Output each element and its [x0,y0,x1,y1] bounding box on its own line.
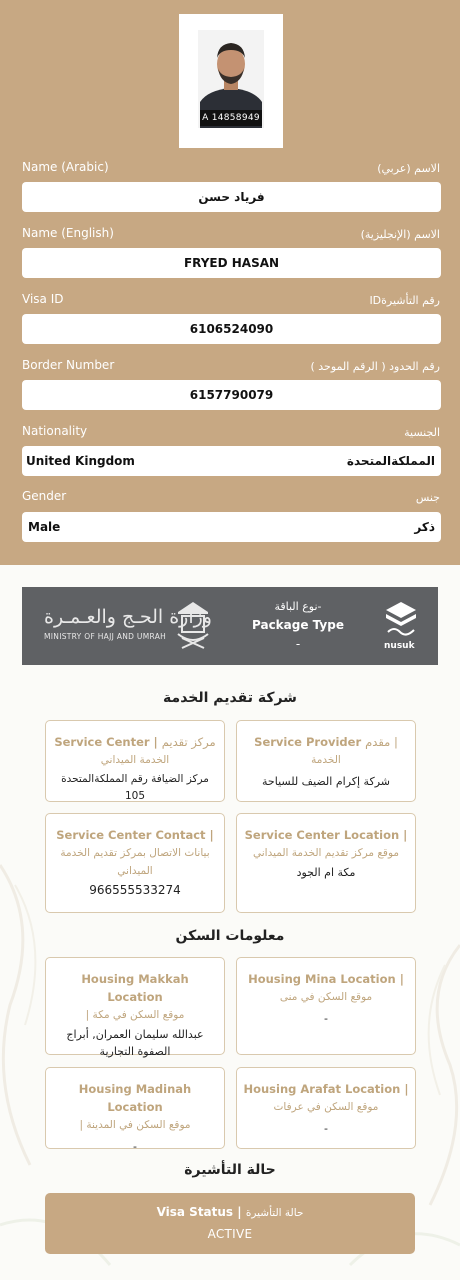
package-type-label-ar: -نوع الباقة [274,600,322,613]
package-type-value: - [295,637,301,651]
nationality-value-en: United Kingdom [26,454,135,468]
gender-value-en: Male [28,520,61,534]
service-center-card: Service Center | مركز تقديم الخدمة الميد… [45,720,225,802]
service-provider-value: شركة إكرام الضيف للسياحة [262,775,390,788]
housing-makkah-value: عبدالله سليمان العمران, أبراج الصفوة الت… [66,1028,204,1058]
visa-id-field: 6106524090 [22,314,441,344]
service-center-label-ar: الخدمة الميداني [100,754,170,766]
nationality-label-en: Nationality [22,424,88,438]
visa-id-label-en: Visa ID [22,292,64,306]
housing-makkah-label: Housing Makkah Location [81,972,189,1004]
service-center-label: Service Center | مركز تقديم [54,735,216,749]
service-center-contact-label: Service Center Contact | [56,828,214,842]
name-english-value: FRYED HASAN [183,256,280,270]
ministry-name-ar: وزارة الحـج والعـمـرة [44,606,212,628]
nationality-label-ar: الجنسية [404,426,440,439]
service-center-contact-label-ar: بيانات الاتصال بمركز تقديم الخدمة الميدا… [60,847,210,877]
nusuk-logo-text: nusuk [384,641,415,651]
housing-madinah-value: - [133,1140,137,1153]
visa-status-card: Visa Status | حالة التأشيرة ACTIVE [45,1193,415,1254]
border-number-field: 6157790079 [22,380,441,410]
housing-mina-card: Housing Mina Location | موقع السكن في من… [236,957,416,1055]
service-provider-card: Service Provider مقدم | الخدمة شركة إكرا… [236,720,416,802]
nationality-value-ar: المملكةالمتحدة [346,454,435,468]
service-center-location-label-ar: موقع مركز تقديم الخدمة الميداني [253,847,399,859]
visa-status-value: ACTIVE [207,1227,253,1241]
visa-id-value: 6106524090 [189,322,274,336]
housing-mina-label-ar: موقع السكن في منى [279,991,373,1003]
service-company-title: شركة تقديم الخدمة [163,690,297,706]
housing-madinah-label-ar: موقع السكن في المدينة | [79,1119,191,1131]
housing-mina-label: Housing Mina Location | [248,972,404,986]
service-center-contact-card: Service Center Contact | بيانات الاتصال … [45,813,225,913]
housing-arafat-value: - [324,1122,328,1135]
border-number-value: 6157790079 [189,388,274,402]
gender-label-en: Gender [22,489,67,503]
visa-status-title: حالة التأشيرة [184,1162,276,1178]
visa-id-label-ar: رقم التأشيرةID [369,294,440,307]
nationality-field: United Kingdom المملكةالمتحدة [22,446,441,476]
name-english-label-en: Name (English) [22,226,114,240]
service-center-value: مركز الضيافة رقم المملكةالمتحدة 105 [61,773,209,802]
border-number-label-ar: رقم الحدود ( الرقم الموحد ) [310,360,440,373]
service-center-contact-value: 966555533274 [89,883,181,897]
housing-info-title: معلومات السكن [175,928,285,944]
name-english-label-ar: الاسم (الإنجليزية) [360,228,440,241]
name-arabic-label-ar: الاسم (عربي) [377,162,440,175]
housing-arafat-label-ar: موقع السكن في عرفات [273,1101,379,1113]
package-type-label-en: Package Type [252,618,344,632]
service-center-location-card: Service Center Location | موقع مركز تقدي… [236,813,416,913]
housing-madinah-card: Housing Madinah Location موقع السكن في ا… [45,1067,225,1153]
photo-id-caption: A 14858949 [200,110,262,126]
housing-makkah-card: Housing Makkah Location موقع السكن في مك… [45,957,225,1058]
name-arabic-field: فرياد حسن [22,182,441,212]
name-english-field: FRYED HASAN [22,248,441,278]
name-arabic-label-en: Name (Arabic) [22,160,109,174]
service-provider-label: Service Provider مقدم | [254,735,398,749]
housing-arafat-card: Housing Arafat Location | موقع السكن في … [236,1067,416,1149]
housing-arafat-label: Housing Arafat Location | [243,1082,409,1096]
service-center-location-value: مكة ام الجود [296,866,356,879]
name-arabic-value: فرياد حسن [198,190,265,204]
housing-madinah-label: Housing Madinah Location [78,1082,192,1114]
gender-label-ar: جنس [415,491,440,504]
visa-status-label: Visa Status | حالة التأشيرة [156,1205,304,1219]
housing-mina-value: - [324,1012,328,1025]
service-provider-label-ar: الخدمة [311,754,341,766]
service-center-location-label: Service Center Location | [244,828,408,842]
border-number-label-en: Border Number [22,358,115,372]
nusuk-logo-icon [386,602,416,636]
ministry-name-en: MINISTRY OF HAJJ AND UMRAH [44,632,167,641]
housing-makkah-label-ar: موقع السكن في مكة | [85,1009,185,1021]
gender-field: Male ذكر [22,512,441,542]
gender-value-ar: ذكر [414,520,435,534]
